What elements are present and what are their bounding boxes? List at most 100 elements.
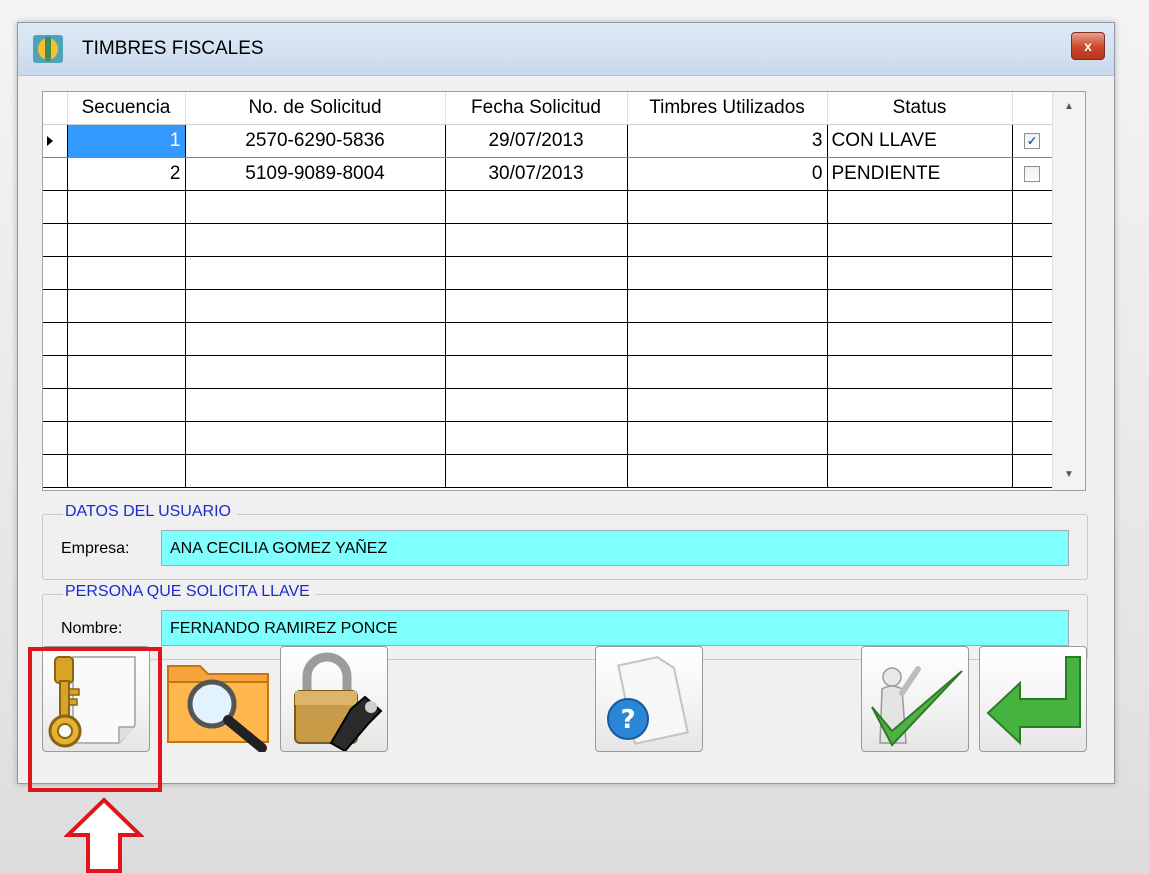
table-row[interactable] [43,256,1053,290]
cell-timbres[interactable]: 0 [627,157,828,191]
col-header-status[interactable]: Status [827,92,1013,125]
cell-status[interactable] [827,355,1013,389]
table-row[interactable] [43,223,1053,257]
cell-secuencia[interactable]: 2 [67,157,186,191]
table-row[interactable] [43,355,1053,389]
table-row[interactable] [43,388,1053,422]
row-indicator [43,421,68,455]
cell-check[interactable] [1012,454,1053,488]
cell-fecha[interactable] [445,388,628,422]
scroll-down-arrow-icon[interactable]: ▼ [1053,460,1085,490]
cell-timbres[interactable] [627,388,828,422]
cell-status[interactable] [827,190,1013,224]
cell-secuencia[interactable] [67,355,186,389]
col-header-secuencia[interactable]: Secuencia [67,92,186,125]
cell-solicitud[interactable] [185,289,446,323]
cell-solicitud[interactable]: 2570-6290-5836 [185,124,446,158]
table-row[interactable] [43,421,1053,455]
cell-timbres[interactable] [627,322,828,356]
cell-timbres[interactable] [627,223,828,257]
cell-secuencia[interactable] [67,388,186,422]
cell-fecha[interactable] [445,454,628,488]
cell-check[interactable]: ✓ [1012,124,1053,158]
cell-status[interactable] [827,223,1013,257]
exit-button[interactable] [979,646,1087,752]
cell-status[interactable] [827,322,1013,356]
cell-status[interactable] [827,421,1013,455]
table-row[interactable]: 2 5109-9089-8004 30/07/2013 0 PENDIENTE [43,157,1053,191]
table-row[interactable]: 1 2570-6290-5836 29/07/2013 3 CON LLAVE … [43,124,1053,158]
table-row[interactable] [43,322,1053,356]
cell-fecha[interactable] [445,421,628,455]
col-header-timbres[interactable]: Timbres Utilizados [627,92,828,125]
nombre-field[interactable]: FERNANDO RAMIREZ PONCE [161,610,1069,646]
scroll-up-arrow-icon[interactable]: ▲ [1053,92,1085,122]
cell-solicitud[interactable] [185,322,446,356]
cell-check[interactable] [1012,289,1053,323]
table-row[interactable] [43,454,1053,488]
cell-timbres[interactable] [627,190,828,224]
cell-status[interactable] [827,454,1013,488]
cell-solicitud[interactable] [185,421,446,455]
cell-solicitud[interactable] [185,454,446,488]
table-row[interactable] [43,289,1053,323]
cell-secuencia[interactable] [67,421,186,455]
cell-fecha[interactable] [445,322,628,356]
cell-fecha[interactable] [445,289,628,323]
row-indicator [43,355,68,389]
cell-solicitud[interactable] [185,223,446,257]
cell-fecha[interactable]: 30/07/2013 [445,157,628,191]
cell-check[interactable] [1012,157,1053,191]
cell-check[interactable] [1012,190,1053,224]
cell-fecha[interactable] [445,256,628,290]
cell-fecha[interactable] [445,190,628,224]
accept-button[interactable] [861,646,969,752]
search-folder-button[interactable] [164,646,272,752]
cell-status[interactable]: PENDIENTE [827,157,1013,191]
table-row[interactable] [43,190,1053,224]
cell-timbres[interactable] [627,355,828,389]
cell-status[interactable] [827,289,1013,323]
cell-timbres[interactable]: 3 [627,124,828,158]
cell-solicitud[interactable]: 5109-9089-8004 [185,157,446,191]
cell-secuencia[interactable] [67,454,186,488]
lock-key-button[interactable] [280,646,388,752]
cell-check[interactable] [1012,355,1053,389]
cell-solicitud[interactable] [185,190,446,224]
cell-timbres[interactable] [627,256,828,290]
cell-fecha[interactable] [445,355,628,389]
cell-secuencia[interactable] [67,256,186,290]
cell-status[interactable] [827,388,1013,422]
cell-status[interactable] [827,256,1013,290]
cell-timbres[interactable] [627,289,828,323]
close-button[interactable]: x [1071,32,1105,60]
row-checkbox[interactable]: ✓ [1024,132,1040,149]
cell-secuencia[interactable] [67,322,186,356]
cell-solicitud[interactable] [185,388,446,422]
title-bar[interactable]: TIMBRES FISCALES x [18,23,1114,76]
cell-fecha[interactable]: 29/07/2013 [445,124,628,158]
col-header-check[interactable] [1012,92,1053,125]
cell-secuencia[interactable] [67,190,186,224]
cell-check[interactable] [1012,256,1053,290]
cell-check[interactable] [1012,421,1053,455]
empresa-field[interactable]: ANA CECILIA GOMEZ YAÑEZ [161,530,1069,566]
cell-solicitud[interactable] [185,355,446,389]
row-checkbox[interactable] [1024,165,1040,182]
cell-timbres[interactable] [627,454,828,488]
cell-secuencia[interactable] [67,289,186,323]
cell-check[interactable] [1012,322,1053,356]
cell-check[interactable] [1012,388,1053,422]
solicitudes-grid[interactable]: Secuencia No. de Solicitud Fecha Solicit… [42,91,1086,491]
col-header-fecha[interactable]: Fecha Solicitud [445,92,628,125]
cell-fecha[interactable] [445,223,628,257]
col-header-solicitud[interactable]: No. de Solicitud [185,92,446,125]
help-button[interactable]: ? [595,646,703,752]
cell-timbres[interactable] [627,421,828,455]
grid-vertical-scrollbar[interactable]: ▲ ▼ [1052,92,1085,490]
cell-solicitud[interactable] [185,256,446,290]
cell-status[interactable]: CON LLAVE [827,124,1013,158]
cell-secuencia[interactable] [67,223,186,257]
cell-secuencia[interactable]: 1 [67,124,186,158]
cell-check[interactable] [1012,223,1053,257]
